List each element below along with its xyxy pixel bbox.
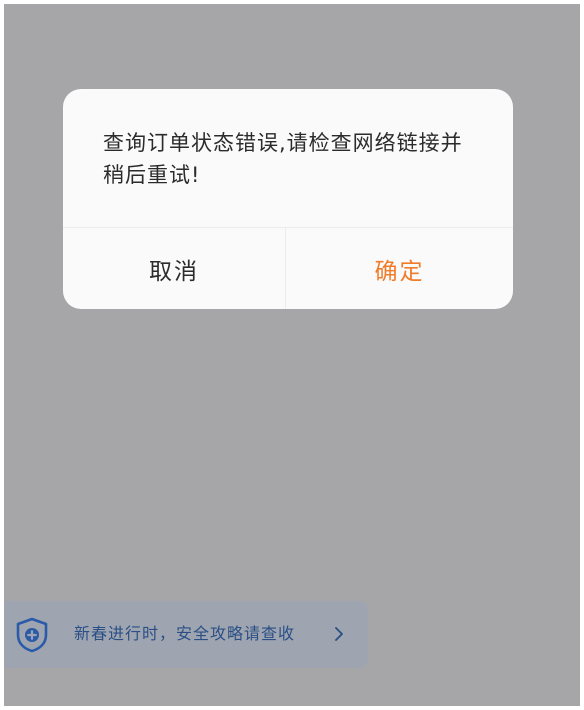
error-dialog: 查询订单状态错误,请检查网络链接并稍后重试! 取消 确定 bbox=[63, 89, 513, 309]
modal-overlay[interactable]: 查询订单状态错误,请检查网络链接并稍后重试! 取消 确定 新春进行时，安全攻略请… bbox=[4, 4, 580, 706]
confirm-button[interactable]: 确定 bbox=[286, 228, 513, 309]
cancel-button[interactable]: 取消 bbox=[63, 228, 285, 309]
banner-text: 新春进行时，安全攻略请查收 bbox=[74, 624, 296, 643]
shield-plus-icon bbox=[15, 617, 49, 653]
dialog-message: 查询订单状态错误,请检查网络链接并稍后重试! bbox=[103, 131, 463, 187]
promo-banner[interactable]: 新春进行时，安全攻略请查收 bbox=[4, 601, 368, 668]
chevron-right-icon bbox=[332, 623, 346, 645]
